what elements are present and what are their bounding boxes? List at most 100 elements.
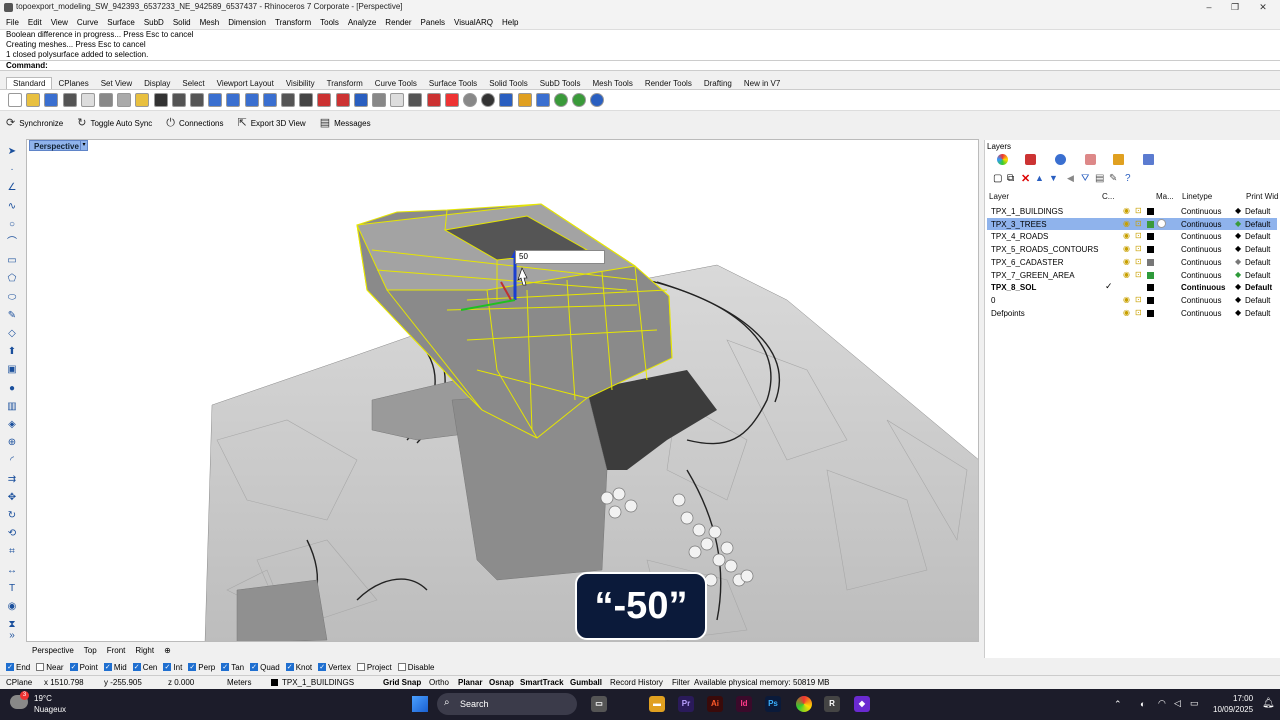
menu-analyze[interactable]: Analyze xyxy=(348,18,376,27)
layer-linetype[interactable]: Continuous xyxy=(1181,207,1221,216)
render-sphere-icon[interactable] xyxy=(554,93,568,107)
ellipse-tool-icon[interactable]: ⬭ xyxy=(5,292,19,304)
status-units[interactable]: Meters xyxy=(227,678,251,687)
analyze-tool-icon[interactable]: ⌗ xyxy=(5,546,19,558)
checkbox-icon[interactable] xyxy=(36,663,45,671)
fillet-tool-icon[interactable]: ◜ xyxy=(5,455,19,467)
maximize-button[interactable]: ❐ xyxy=(1222,1,1248,13)
transform-tool-icon[interactable]: ⟲ xyxy=(5,528,19,540)
layer-print-width[interactable]: Default xyxy=(1245,245,1270,254)
polygon-tool-icon[interactable]: ⬠ xyxy=(5,273,19,285)
zoom-icon[interactable] xyxy=(208,93,223,107)
clock-time[interactable]: 17:00 xyxy=(1233,694,1253,703)
new-icon[interactable] xyxy=(8,93,22,107)
view-tab-front[interactable]: Front xyxy=(107,646,126,655)
checkbox-icon[interactable]: ✓ xyxy=(132,663,141,671)
curve-tool-icon[interactable]: ∿ xyxy=(5,201,19,213)
taskbar-search[interactable]: ⌕ Search xyxy=(437,693,577,715)
layer-print-width[interactable]: Default xyxy=(1245,232,1270,241)
help-icon[interactable] xyxy=(590,93,605,107)
chrome-icon[interactable] xyxy=(796,696,812,712)
light-icon[interactable] xyxy=(390,93,405,107)
osnap-end[interactable]: ✓ End xyxy=(6,663,30,672)
osnap-point[interactable]: ✓ Point xyxy=(69,663,98,672)
notifications-icon[interactable]: 🔔︎ xyxy=(1262,698,1275,709)
paste-icon[interactable] xyxy=(135,93,150,107)
properties-icon[interactable] xyxy=(997,154,1008,165)
offset-tool-icon[interactable]: ⇉ xyxy=(5,474,19,486)
tray-chevron-icon[interactable]: ⌃ xyxy=(1114,699,1122,710)
move-out-icon[interactable]: ◀ xyxy=(1067,173,1074,184)
sphere-tool-icon[interactable]: ● xyxy=(5,383,19,395)
layer-linetype[interactable]: Continuous xyxy=(1181,283,1225,292)
select-icon[interactable] xyxy=(535,93,550,107)
status-cplane[interactable]: CPlane xyxy=(6,678,32,687)
clock-date[interactable]: 10/09/2025 xyxy=(1213,705,1253,714)
visibility-bulb-icon[interactable]: ◉ xyxy=(1123,244,1130,253)
planar-toggle[interactable]: Planar xyxy=(458,678,482,687)
lock-icon[interactable]: ⊡ xyxy=(1135,206,1142,215)
lock-icon[interactable]: ⊡ xyxy=(1135,270,1142,279)
menu-transform[interactable]: Transform xyxy=(275,18,311,27)
copy-icon[interactable] xyxy=(117,93,132,107)
polyline-tool-icon[interactable]: ∠ xyxy=(5,182,19,194)
menu-tools[interactable]: Tools xyxy=(320,18,339,27)
layer-linetype[interactable]: Continuous xyxy=(1181,245,1221,254)
premiere-icon[interactable]: Pr xyxy=(678,696,694,712)
freeform-tool-icon[interactable]: ✎ xyxy=(5,310,19,322)
osnap-vertex[interactable]: ✓ Vertex xyxy=(318,663,351,672)
checkbox-icon[interactable]: ✓ xyxy=(163,663,172,671)
toolbar-tab-mesh-tools[interactable]: Mesh Tools xyxy=(587,78,639,89)
grid-icon[interactable] xyxy=(299,93,314,107)
move-down-icon[interactable]: ▼ xyxy=(1049,173,1058,183)
rotate-view-icon[interactable] xyxy=(281,93,295,107)
sphere-dark-icon[interactable] xyxy=(481,93,496,107)
layer-color-swatch[interactable] xyxy=(1147,284,1154,292)
lock-icon[interactable]: ⊡ xyxy=(1135,295,1142,304)
menu-subd[interactable]: SubD xyxy=(144,18,164,27)
checkbox-icon[interactable]: ✓ xyxy=(318,663,327,671)
synchronize-button[interactable]: ⟳ Synchronize xyxy=(6,117,63,129)
dimension-tool-icon[interactable]: ↔ xyxy=(5,565,19,577)
ortho-toggle[interactable]: Ortho xyxy=(429,678,449,687)
viewport-menu-chevron-icon[interactable]: ▾ xyxy=(80,140,88,151)
menu-surface[interactable]: Surface xyxy=(107,18,135,27)
layer-linetype[interactable]: Continuous xyxy=(1181,258,1221,267)
pen-icon[interactable] xyxy=(517,93,532,107)
material-icon[interactable] xyxy=(444,93,459,107)
layer-row[interactable]: 0 ◉ ⊡ Continuous ◆ Default xyxy=(987,294,1277,306)
toolbar-tab-display[interactable]: Display xyxy=(138,78,176,89)
checkbox-icon[interactable] xyxy=(356,663,365,671)
layer-color-swatch[interactable] xyxy=(1147,208,1154,215)
osnap-knot[interactable]: ✓ Knot xyxy=(285,663,312,672)
connections-button[interactable]: ⏻ Connections xyxy=(166,117,223,129)
wifi-icon[interactable]: ◠ xyxy=(1158,698,1166,709)
toolbar-tab-subd-tools[interactable]: SubD Tools xyxy=(534,78,587,89)
layer-linetype[interactable]: Continuous xyxy=(1181,296,1221,305)
lock-icon[interactable]: ⊡ xyxy=(1135,219,1142,228)
wrench-icon[interactable]: ✎ xyxy=(1109,173,1117,184)
point-tool-icon[interactable]: · xyxy=(5,164,19,176)
layer-print-width[interactable]: Default xyxy=(1245,207,1270,216)
print-color-diamond-icon[interactable]: ◆ xyxy=(1235,270,1241,279)
grid-snap-toggle[interactable]: Grid Snap xyxy=(383,678,421,687)
gumball-value-input[interactable]: 50 xyxy=(515,250,605,264)
osnap-quad[interactable]: ✓ Quad xyxy=(250,663,280,672)
battery-icon[interactable]: ▭ xyxy=(1190,698,1199,709)
save-icon[interactable] xyxy=(44,93,59,107)
pan-icon[interactable] xyxy=(171,93,186,107)
print-icon[interactable] xyxy=(62,93,77,107)
osnap-near[interactable]: Near xyxy=(36,663,64,672)
new-sublayer-icon[interactable]: ⧉ xyxy=(1007,173,1014,184)
solid-edit-tool-icon[interactable]: ◈ xyxy=(5,419,19,431)
print-color-diamond-icon[interactable]: ◆ xyxy=(1235,282,1241,291)
lock-icon[interactable]: ⊡ xyxy=(1135,308,1142,317)
file-explorer-icon[interactable]: ▬ xyxy=(649,696,665,712)
move-up-icon[interactable]: ▲ xyxy=(1035,173,1044,183)
layer-linetype[interactable]: Continuous xyxy=(1181,309,1221,318)
visibility-bulb-icon[interactable]: ◉ xyxy=(1123,206,1130,215)
material-sphere-icon[interactable] xyxy=(1157,218,1166,228)
layer-color-swatch[interactable] xyxy=(1147,246,1154,254)
layer-color-swatch[interactable] xyxy=(1147,233,1154,241)
sphere-icon[interactable] xyxy=(463,93,477,107)
